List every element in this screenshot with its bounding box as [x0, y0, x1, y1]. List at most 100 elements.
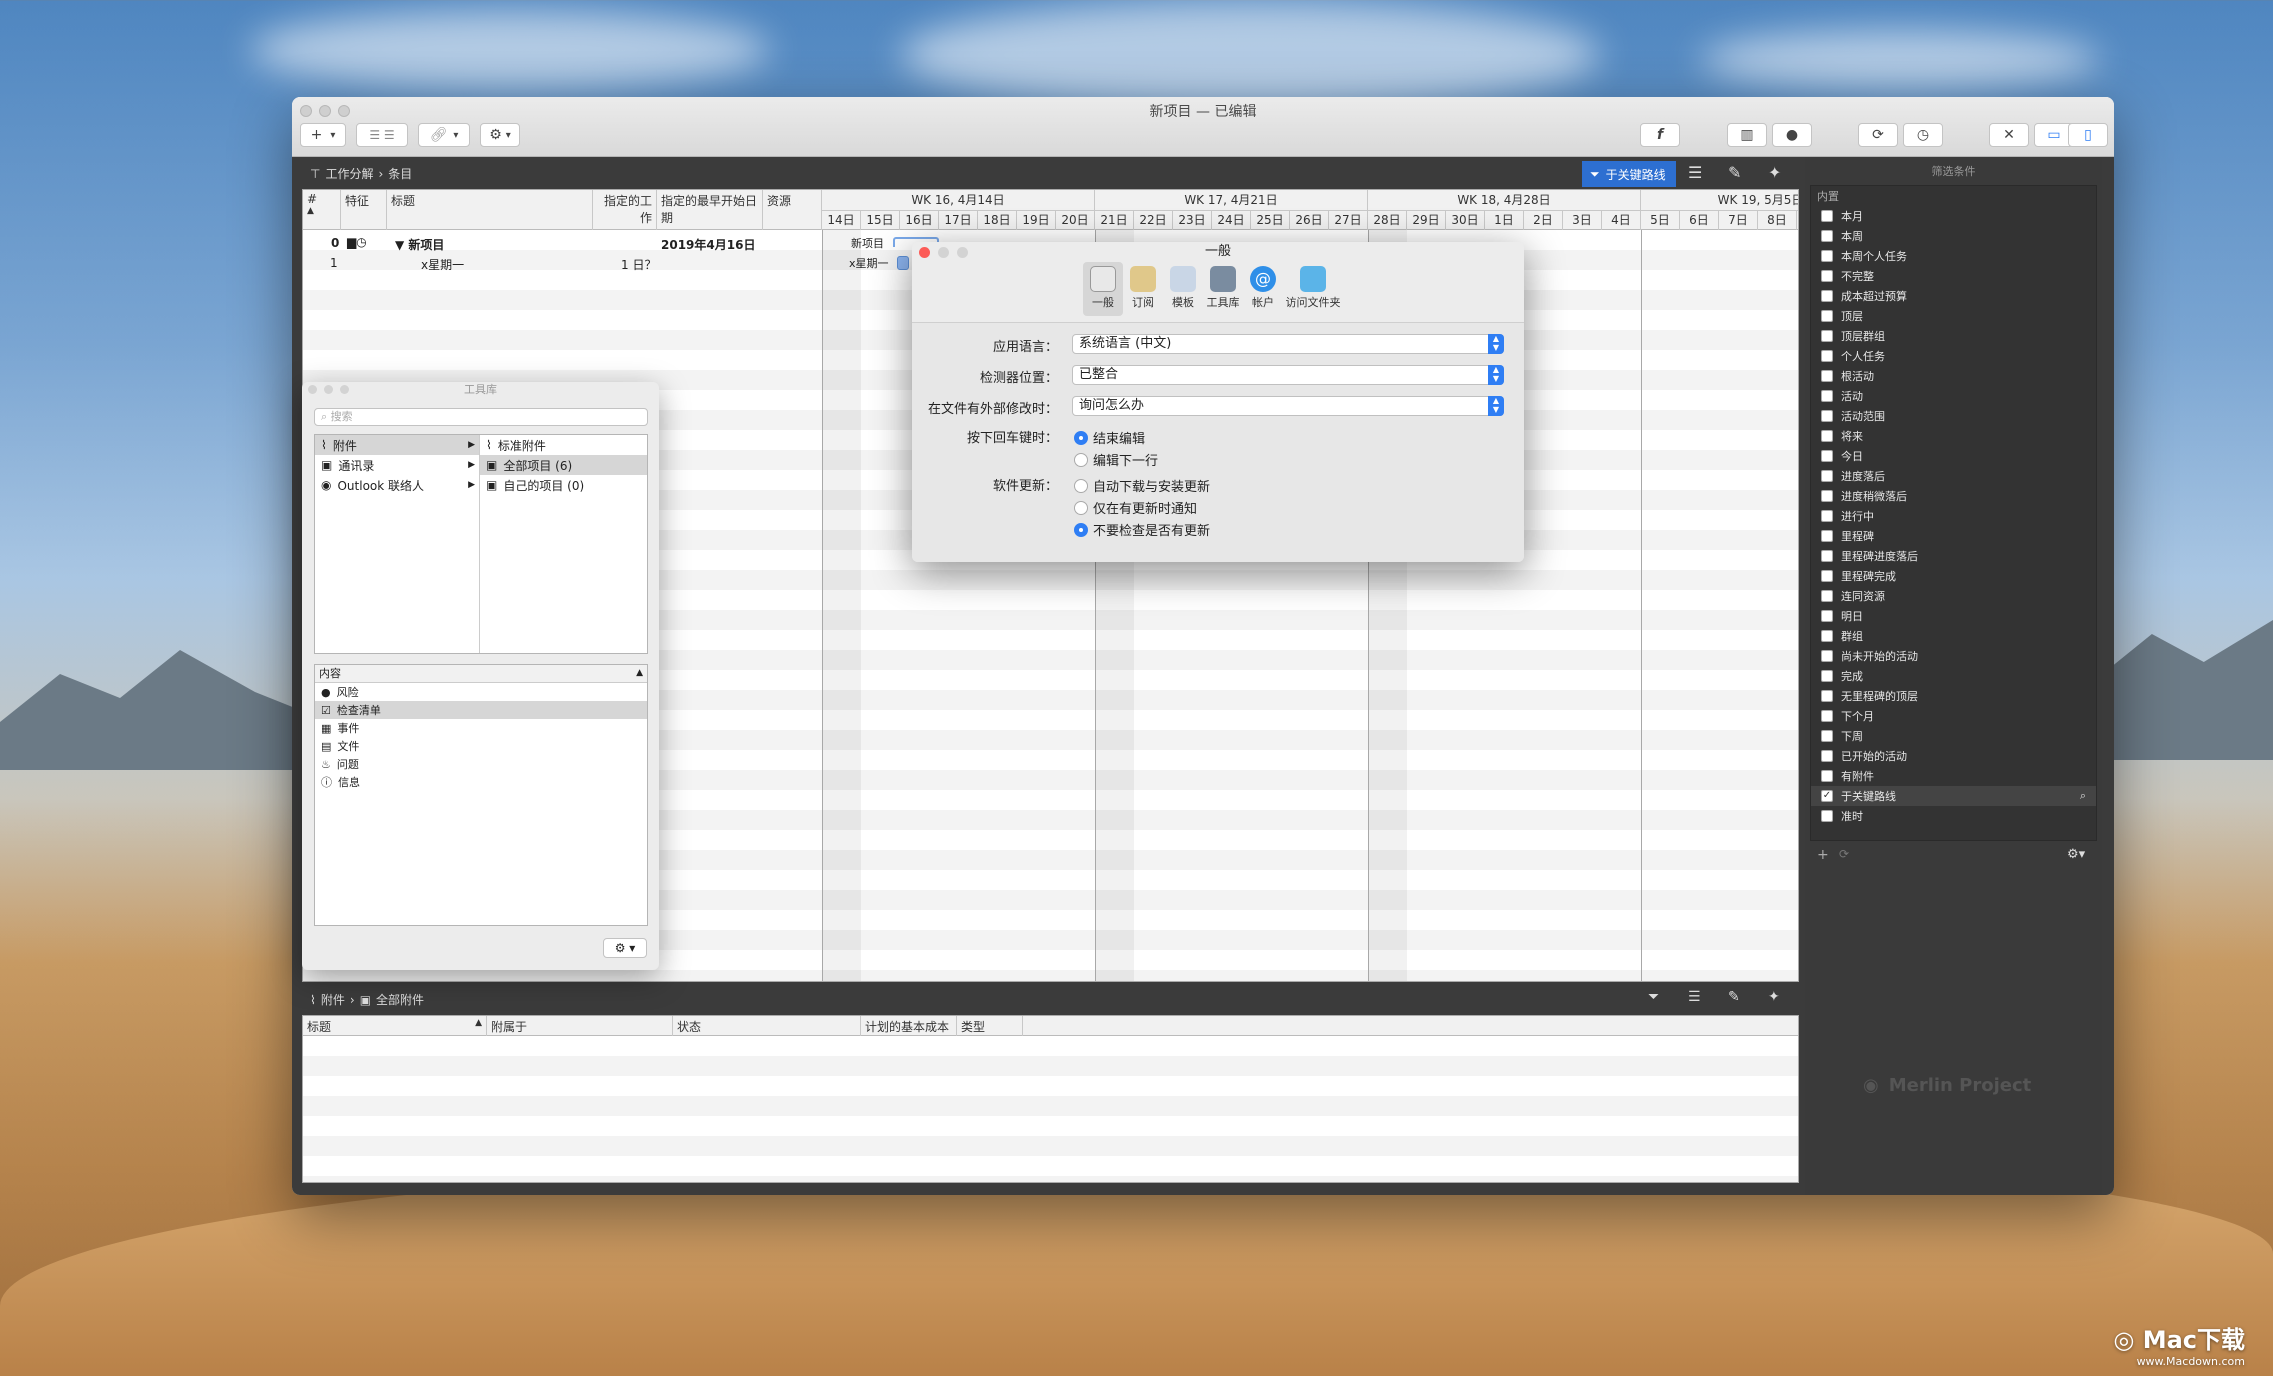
attachments-col-parent[interactable]: 附属于 — [487, 1016, 673, 1036]
gear-icon[interactable]: ⚙▾ — [2067, 847, 2085, 862]
column-num[interactable]: # ▲ — [303, 190, 341, 230]
link-button[interactable]: 🔗︎ ▾ — [418, 123, 470, 147]
filter-item[interactable]: 今日 — [1811, 446, 2096, 466]
palette-close[interactable] — [308, 385, 317, 394]
library-button[interactable]: ▥ — [1727, 123, 1767, 147]
filter-checkbox[interactable] — [1821, 230, 1833, 242]
filter-item[interactable]: 已开始的活动 — [1811, 746, 2096, 766]
filter-checkbox[interactable] — [1821, 430, 1833, 442]
filter-checkbox[interactable] — [1821, 750, 1833, 762]
update-never-radio[interactable]: 不要检查是否有更新 — [1074, 520, 1210, 539]
filter-checkbox[interactable]: ✓ — [1821, 790, 1833, 802]
filter-item[interactable]: 个人任务 — [1811, 346, 2096, 366]
filter-item[interactable]: 本月 — [1811, 206, 2096, 226]
palette-item-outlook[interactable]: ◉ Outlook 联络人 ▶ — [315, 475, 479, 495]
timer-button[interactable]: ◷ — [1903, 123, 1943, 147]
breadcrumb-items[interactable]: 条目 — [388, 165, 412, 182]
filter-checkbox[interactable] — [1821, 630, 1833, 642]
filter-checkbox[interactable] — [1821, 550, 1833, 562]
formula-button[interactable]: f — [1640, 123, 1680, 147]
palette-item-own[interactable]: ▣ 自己的项目 (0) — [480, 475, 647, 495]
palette-item-attachments[interactable]: ⌇ 附件 ▶ — [315, 435, 479, 455]
filter-item[interactable]: 下周 — [1811, 726, 2096, 746]
enter-next-row-radio[interactable]: 编辑下一行 — [1074, 450, 1158, 469]
filter-item[interactable]: 完成 — [1811, 666, 2096, 686]
wrench-icon[interactable]: ✦ — [1768, 163, 1781, 182]
filter-item[interactable]: 连同资源 — [1811, 586, 2096, 606]
attachments-col-title[interactable]: 标题 ▲ — [303, 1016, 487, 1036]
side-pane-toggle[interactable]: ▯ — [2068, 123, 2108, 147]
action-gear-button[interactable]: ⚙ ▾ — [480, 123, 520, 147]
filter-item[interactable]: ✓ 于关键路线 ⌕ — [1811, 786, 2096, 806]
filter-checkbox[interactable] — [1821, 390, 1833, 402]
filter-item[interactable]: 进度落后 — [1811, 466, 2096, 486]
content-item[interactable]: ● 风险 — [315, 683, 647, 701]
filter-checkbox[interactable] — [1821, 250, 1833, 262]
filter-item[interactable]: 本周个人任务 — [1811, 246, 2096, 266]
filter-checkbox[interactable] — [1821, 690, 1833, 702]
filter-checkbox[interactable] — [1821, 310, 1833, 322]
wrench-icon[interactable]: ✦ — [1768, 989, 1780, 1005]
filter-item[interactable]: 本周 — [1811, 226, 2096, 246]
filter-item[interactable]: 里程碑进度落后 — [1811, 546, 2096, 566]
filter-item[interactable]: 成本超过预算 — [1811, 286, 2096, 306]
palette-item-all[interactable]: ▣ 全部项目 (6) — [480, 455, 647, 475]
filter-checkbox[interactable] — [1821, 370, 1833, 382]
attachments-col-status[interactable]: 状态 — [673, 1016, 861, 1036]
palette-minimize[interactable] — [324, 385, 333, 394]
filter-item[interactable]: 不完整 — [1811, 266, 2096, 286]
external-change-popup[interactable]: 询问怎么办 ▲ ▼ — [1072, 396, 1504, 416]
filter-checkbox[interactable] — [1821, 490, 1833, 502]
filter-checkbox[interactable] — [1821, 770, 1833, 782]
fullscreen-button[interactable]: ✕ — [1989, 123, 2029, 147]
filter-checkbox[interactable] — [1821, 350, 1833, 362]
tab-accounts[interactable]: @ 帐户 — [1243, 266, 1283, 310]
filter-item[interactable]: 明日 — [1811, 606, 2096, 626]
enter-end-editing-radio[interactable]: 结束编辑 — [1074, 428, 1145, 447]
filter-item[interactable]: 进度稍微落后 — [1811, 486, 2096, 506]
filter-icon[interactable]: ⏷ — [1648, 989, 1659, 1005]
brush-icon[interactable]: ✎ — [1728, 989, 1740, 1005]
update-notify-radio[interactable]: 仅在有更新时通知 — [1074, 498, 1197, 517]
filter-checkbox[interactable] — [1821, 450, 1833, 462]
filter-item[interactable]: 准时 — [1811, 806, 2096, 826]
filter-checkbox[interactable] — [1821, 270, 1833, 282]
sync-button[interactable]: ⟳ — [1858, 123, 1898, 147]
column-feature[interactable]: 特征 — [341, 190, 387, 230]
filter-item[interactable]: 尚未开始的活动 — [1811, 646, 2096, 666]
palette-gear-button[interactable]: ⚙ ▾ — [603, 938, 647, 958]
gantt-task-bar[interactable] — [897, 256, 909, 270]
row-1-title[interactable]: x星期一 — [421, 256, 464, 273]
filter-checkbox[interactable] — [1821, 330, 1833, 342]
filter-item[interactable]: 将来 — [1811, 426, 2096, 446]
tab-general[interactable]: 一般 — [1083, 266, 1123, 310]
filter-item[interactable]: 里程碑 — [1811, 526, 2096, 546]
palette-content-header[interactable]: 内容 ▲ — [315, 665, 647, 683]
filter-item[interactable]: 进行中 — [1811, 506, 2096, 526]
inspector-popup[interactable]: 已整合 ▲ ▼ — [1072, 365, 1504, 385]
critical-path-filter-button[interactable]: ⏷ 于关键路线 — [1582, 161, 1676, 187]
column-title[interactable]: 标题 — [387, 190, 593, 230]
filter-item[interactable]: 群组 — [1811, 626, 2096, 646]
dialog-close[interactable] — [919, 247, 930, 258]
column-latest-start[interactable]: 指定的最早开始日期 — [657, 190, 763, 230]
filter-checkbox[interactable] — [1821, 410, 1833, 422]
attachments-col-type[interactable]: 类型 — [957, 1016, 1023, 1036]
row-0-title[interactable]: ▼ 新项目 — [395, 236, 444, 253]
filter-checkbox[interactable] — [1821, 510, 1833, 522]
filter-item[interactable]: 下个月 — [1811, 706, 2096, 726]
tab-folder-access[interactable]: 访问文件夹 — [1283, 266, 1343, 310]
palette-item-standard[interactable]: ⌇ 标准附件 — [480, 435, 647, 455]
filter-checkbox[interactable] — [1821, 730, 1833, 742]
dialog-minimize[interactable] — [938, 247, 949, 258]
refresh-icon[interactable]: ⟳ — [1839, 847, 1849, 861]
filter-item[interactable]: 有附件 — [1811, 766, 2096, 786]
filter-item[interactable]: 活动范围 — [1811, 406, 2096, 426]
gantt-icon[interactable]: ☰ — [1688, 989, 1701, 1005]
search-icon[interactable]: ⌕ — [2080, 789, 2086, 803]
content-item[interactable]: ⓘ 信息 — [315, 773, 647, 791]
attachments-col-cost[interactable]: 计划的基本成本 — [861, 1016, 957, 1036]
content-item[interactable]: ♨ 问题 — [315, 755, 647, 773]
gantt-icon[interactable]: ☰ — [1688, 163, 1702, 182]
filter-checkbox[interactable] — [1821, 610, 1833, 622]
